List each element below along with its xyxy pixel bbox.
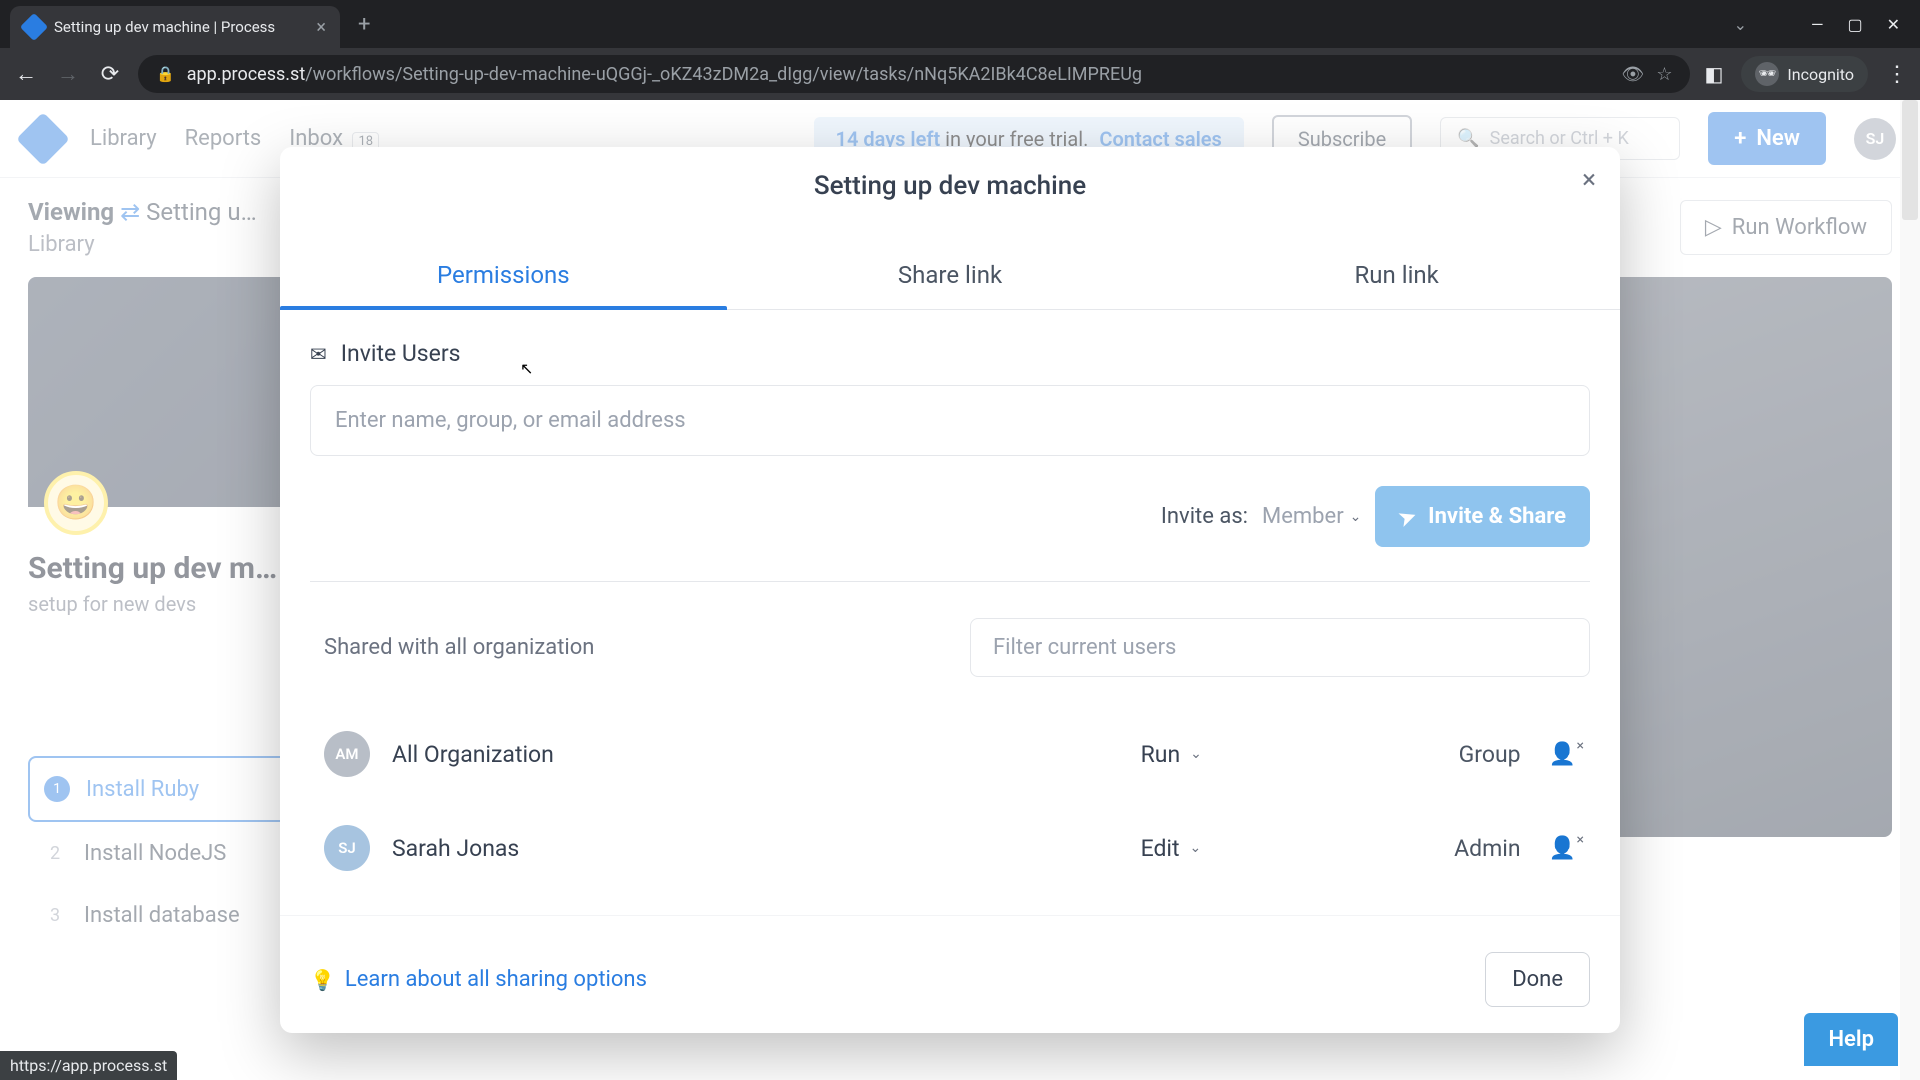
learn-sharing-link[interactable]: 💡 Learn about all sharing options [310,967,647,992]
address-bar[interactable]: 🔒 app.process.st/workflows/Setting-up-de… [138,55,1690,93]
help-button[interactable]: Help [1804,1013,1898,1066]
invite-share-button[interactable]: ➤ Invite & Share [1375,486,1590,547]
user-role: Admin [1361,835,1521,862]
browser-menu-icon[interactable]: ⋮ [1886,62,1908,87]
tab-permissions[interactable]: Permissions [280,261,727,309]
eye-off-icon[interactable]: 👁 [1621,64,1644,85]
envelope-icon: ✉ [310,342,327,366]
favicon [20,13,48,41]
shared-with-label: Shared with all organization [324,635,594,660]
lock-icon: 🔒 [156,65,175,83]
reload-button[interactable]: ⟳ [96,62,124,87]
new-tab-button[interactable]: + [358,12,370,37]
permission-select[interactable]: Run ⌄ [1141,741,1261,768]
user-avatar-icon: AM [324,731,370,777]
side-panel-icon[interactable]: ◧ [1704,62,1723,86]
tab-title: Setting up dev machine | Process [54,18,306,36]
invite-input[interactable] [310,385,1590,456]
tab-run-link[interactable]: Run link [1173,261,1620,309]
incognito-badge[interactable]: 🕶 Incognito [1741,56,1868,92]
forward-button[interactable]: → [54,61,82,87]
share-modal: Setting up dev machine × Permissions Sha… [280,147,1620,1033]
chevron-down-icon: ⌄ [1350,509,1362,525]
close-window-icon[interactable]: ✕ [1887,15,1900,34]
user-row: AM All Organization Run ⌄ Group 👤 [310,707,1590,801]
user-name: Sarah Jonas [392,835,1141,862]
permission-select[interactable]: Edit ⌄ [1141,835,1261,862]
user-avatar-icon: SJ [324,825,370,871]
minimize-window-icon[interactable]: — [1811,15,1824,34]
done-button[interactable]: Done [1485,952,1590,1007]
incognito-icon: 🕶 [1755,62,1779,86]
chevron-down-icon: ⌄ [1190,840,1202,856]
invite-as-label: Invite as: [1161,504,1248,529]
remove-user-icon[interactable]: 👤 [1549,742,1576,767]
maximize-window-icon[interactable]: ▢ [1847,15,1862,34]
send-icon: ➤ [1396,502,1420,530]
back-button[interactable]: ← [12,61,40,87]
user-role: Group [1361,741,1521,768]
url-text: app.process.st/workflows/Setting-up-dev-… [187,64,1610,85]
filter-users-input[interactable] [970,618,1590,677]
tab-share-link[interactable]: Share link [727,261,1174,309]
close-tab-icon[interactable]: × [316,17,326,38]
bookmark-star-icon[interactable]: ☆ [1656,64,1672,85]
user-name: All Organization [392,741,1141,768]
lightbulb-icon: 💡 [310,968,335,992]
modal-title: Setting up dev machine [280,171,1620,201]
status-bar-url: https://app.process.st [0,1051,177,1080]
invite-role-select[interactable]: Member ⌄ [1262,504,1361,529]
remove-user-icon[interactable]: 👤 [1549,836,1576,861]
browser-tab[interactable]: Setting up dev machine | Process × [10,6,340,48]
tabs-dropdown-icon[interactable]: ⌄ [1734,15,1747,34]
invite-users-label: ✉ Invite Users [310,340,1590,367]
close-modal-button[interactable]: × [1582,165,1596,195]
chevron-down-icon: ⌄ [1190,746,1202,762]
user-row: SJ Sarah Jonas Edit ⌄ Admin 👤 [310,801,1590,895]
